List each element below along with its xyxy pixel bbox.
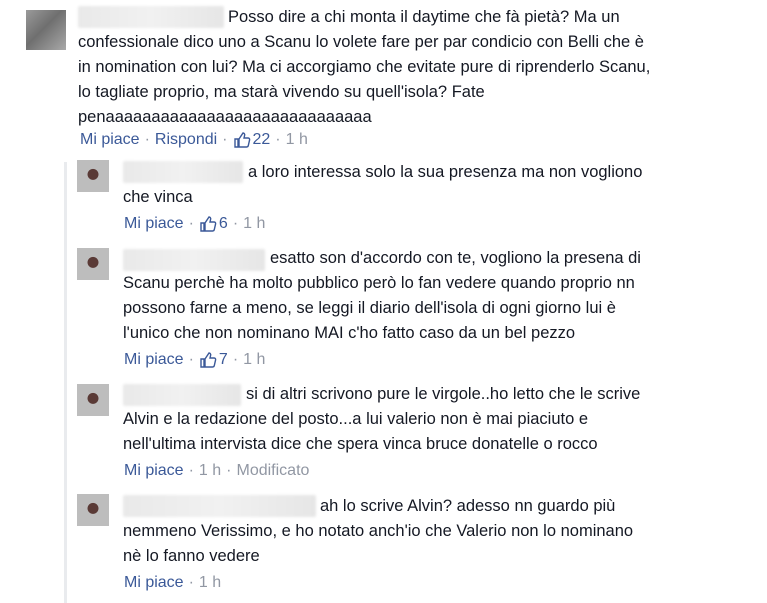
reply-thread-line xyxy=(64,162,67,603)
avatar[interactable] xyxy=(77,248,109,280)
comment-text: a loro interessa solo la sua presenza ma… xyxy=(123,163,643,206)
timestamp[interactable]: 1 h xyxy=(286,130,308,150)
avatar[interactable] xyxy=(77,160,109,192)
avatar[interactable] xyxy=(26,10,66,50)
timestamp[interactable]: 1 h xyxy=(199,461,221,481)
comment-actions: Mi piace · Rispondi · 22 · 1 h xyxy=(80,130,308,150)
comment-actions: Mi piace · 1 h xyxy=(124,573,222,593)
like-count-value: 22 xyxy=(252,131,271,148)
comment-text: Posso dire a chi monta il daytime che fà… xyxy=(78,8,651,126)
like-count-value: 6 xyxy=(218,215,228,232)
thumbs-up-icon xyxy=(200,216,217,232)
comment-actions: Mi piace · 1 h · Modificato xyxy=(124,461,310,481)
like-link[interactable]: Mi piace xyxy=(80,130,140,150)
like-count-value: 7 xyxy=(218,351,228,368)
timestamp[interactable]: 1 h xyxy=(199,573,221,593)
comment-text: ah lo scrive Alvin? adesso nn guardo più… xyxy=(123,497,634,565)
reply-link[interactable]: Rispondi xyxy=(155,130,217,150)
like-count[interactable]: 7 xyxy=(199,350,228,370)
comment-actions: Mi piace · 7 · 1 h xyxy=(124,350,266,370)
comment-text: si di altri scrivono pure le virgole..ho… xyxy=(123,385,641,453)
timestamp[interactable]: 1 h xyxy=(243,350,265,370)
thumbs-up-icon xyxy=(200,352,217,368)
avatar[interactable] xyxy=(77,494,109,526)
comment-text: esatto son d'accordo con te, vogliono la… xyxy=(123,249,641,342)
timestamp[interactable]: 1 h xyxy=(243,214,265,234)
like-link[interactable]: Mi piace xyxy=(124,350,184,370)
comment-actions: Mi piace · 6 · 1 h xyxy=(124,214,266,234)
like-count[interactable]: 22 xyxy=(233,130,271,150)
like-link[interactable]: Mi piace xyxy=(124,573,184,593)
like-link[interactable]: Mi piace xyxy=(124,214,184,234)
avatar[interactable] xyxy=(77,384,109,416)
like-link[interactable]: Mi piace xyxy=(124,461,184,481)
like-count[interactable]: 6 xyxy=(199,214,228,234)
thumbs-up-icon xyxy=(233,132,250,148)
edited-label[interactable]: Modificato xyxy=(236,461,309,481)
